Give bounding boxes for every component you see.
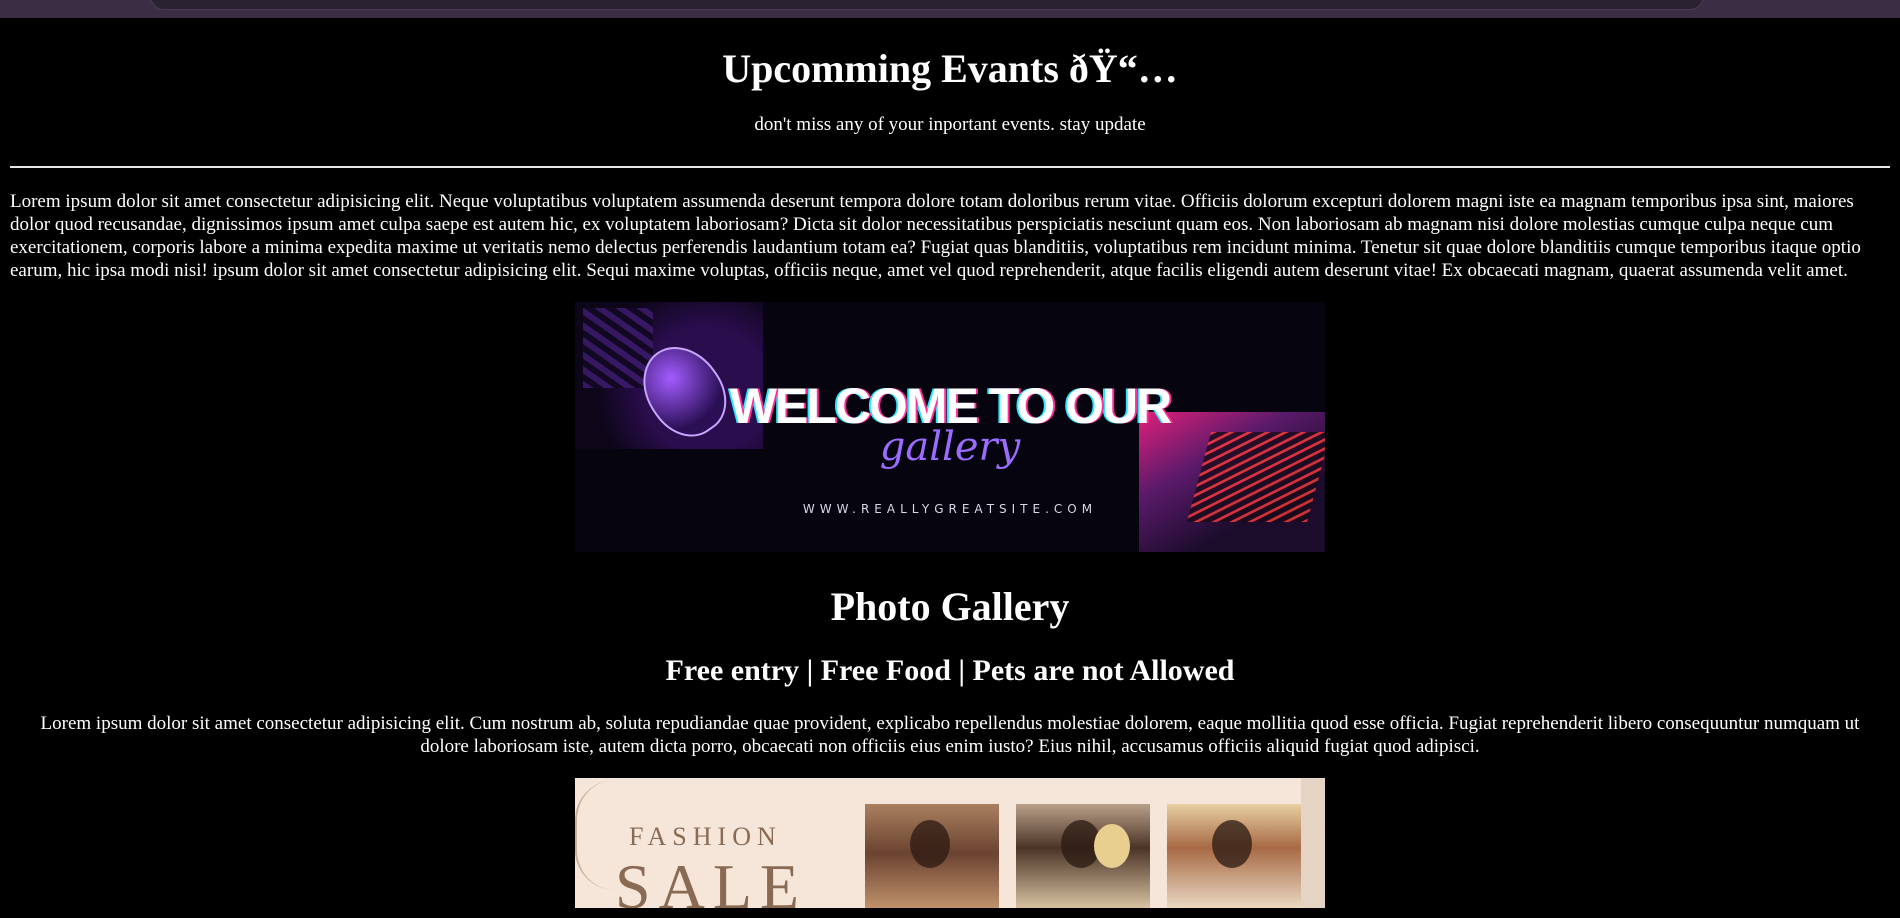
page-title: Upcomming Evants ðŸ“… [722,46,1178,91]
event-info-heading: Free entry | Free Food | Pets are not Al… [665,654,1235,687]
model-photo-3 [1167,804,1301,908]
page-subtitle: don't miss any of your inportant events.… [754,114,1146,135]
model-photo-2 [1016,804,1150,908]
fashion-sale-banner-image: FASHION SALE [575,778,1325,908]
intro-paragraph: Lorem ipsum dolor sit amet consectetur a… [10,191,1861,281]
browser-top-bar [0,0,1900,18]
model-head [1094,824,1130,868]
model-head [1212,820,1252,868]
leaf-decoration [575,780,617,890]
banner-url-text: WWW.REALLYGREATSITE.COM [802,502,1098,516]
gallery-heading: Photo Gallery [830,584,1070,629]
model-photo-1 [865,804,999,908]
banner-script-text: gallery [879,424,1021,470]
banner-edge-strip [1301,778,1325,908]
welcome-gallery-banner-image: WELCOME TO OUR gallery WWW.REALLYGREATSI… [575,302,1325,552]
sale-banner-word: FASHION [629,822,782,851]
model-head [910,820,950,868]
address-bar[interactable] [150,0,1704,10]
page-content: Upcomming Evants ðŸ“… don't miss any of … [0,18,1900,908]
gallery-paragraph: Lorem ipsum dolor sit amet consectetur a… [40,713,1860,757]
divider [10,166,1890,168]
sale-banner-big-text: SALE [615,851,807,908]
